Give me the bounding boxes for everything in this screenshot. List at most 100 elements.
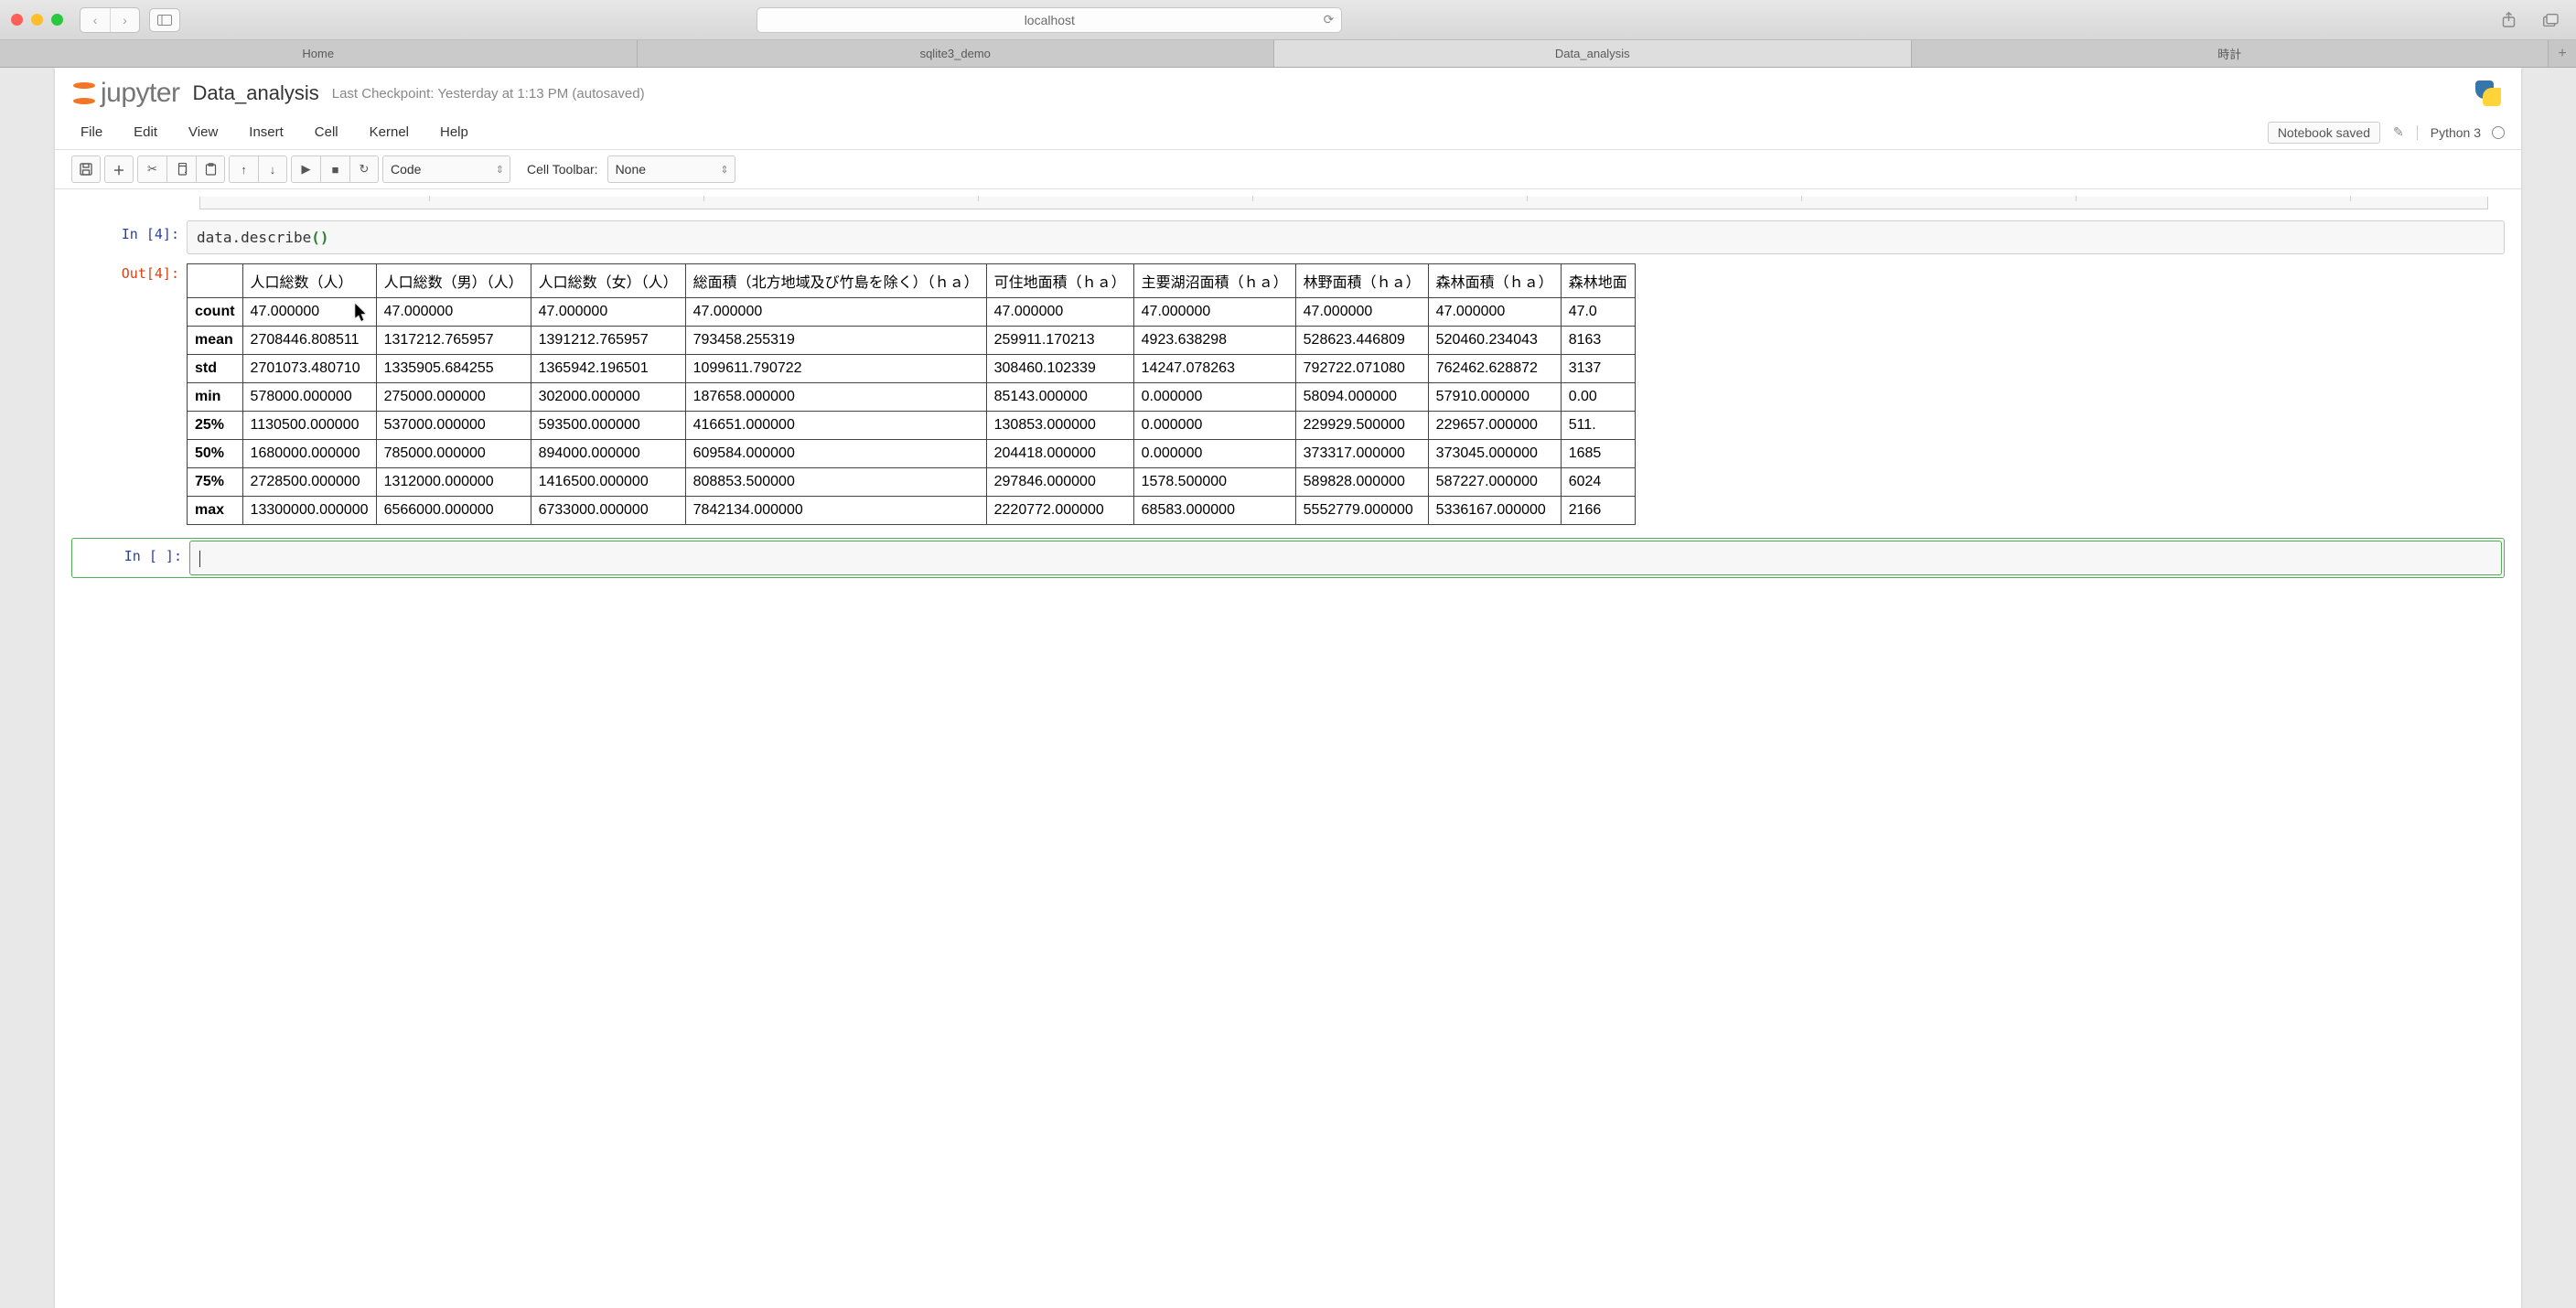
table-cell: 47.000000 bbox=[1295, 298, 1428, 327]
checkpoint-status: Last Checkpoint: Yesterday at 1:13 PM (a… bbox=[332, 86, 645, 102]
table-cell: 1685 bbox=[1561, 440, 1635, 468]
run-button[interactable]: ▶ bbox=[291, 155, 320, 183]
empty-code-cell-selected[interactable]: In [ ]: bbox=[71, 538, 2505, 578]
tabs-overview-icon[interactable] bbox=[2538, 8, 2565, 32]
row-index: 75% bbox=[188, 468, 243, 497]
share-icon[interactable] bbox=[2496, 8, 2523, 32]
table-cell: 6733000.000000 bbox=[531, 497, 685, 525]
new-tab-button[interactable]: + bbox=[2549, 40, 2576, 67]
cell-toolbar-select[interactable]: None bbox=[607, 155, 735, 183]
menu-insert[interactable]: Insert bbox=[240, 121, 293, 144]
table-cell: 0.00 bbox=[1561, 383, 1635, 412]
menu-kernel[interactable]: Kernel bbox=[360, 121, 418, 144]
table-cell: 85143.000000 bbox=[986, 383, 1133, 412]
table-row: std2701073.4807101335905.6842551365942.1… bbox=[188, 355, 1636, 383]
describe-output: 人口総数（人）人口総数（男）（人）人口総数（女）（人）総面積（北方地域及び竹島を… bbox=[187, 263, 2505, 525]
table-row: 25%1130500.000000537000.000000593500.000… bbox=[188, 412, 1636, 440]
table-cell: 229929.500000 bbox=[1295, 412, 1428, 440]
table-cell: 47.000000 bbox=[1133, 298, 1295, 327]
close-window-button[interactable] bbox=[11, 14, 23, 26]
code-input-area-empty[interactable] bbox=[189, 541, 2502, 575]
back-button[interactable]: ‹ bbox=[80, 8, 110, 32]
table-cell: 593500.000000 bbox=[531, 412, 685, 440]
address-text: localhost bbox=[1025, 13, 1075, 27]
table-cell: 578000.000000 bbox=[242, 383, 376, 412]
table-cell: 1099611.790722 bbox=[685, 355, 986, 383]
table-cell: 2166 bbox=[1561, 497, 1635, 525]
table-cell: 537000.000000 bbox=[376, 412, 531, 440]
table-cell: 1365942.196501 bbox=[531, 355, 685, 383]
cell-type-select[interactable]: Code bbox=[382, 155, 510, 183]
table-cell: 5336167.000000 bbox=[1428, 497, 1561, 525]
menu-cell[interactable]: Cell bbox=[306, 121, 348, 144]
cut-button[interactable]: ✂ bbox=[137, 155, 166, 183]
move-down-button[interactable]: ↓ bbox=[258, 155, 287, 183]
table-cell: 229657.000000 bbox=[1428, 412, 1561, 440]
table-cell: 47.000000 bbox=[685, 298, 986, 327]
table-row: 75%2728500.0000001312000.0000001416500.0… bbox=[188, 468, 1636, 497]
copy-button[interactable] bbox=[166, 155, 196, 183]
table-cell: 68583.000000 bbox=[1133, 497, 1295, 525]
table-cell: 2708446.808511 bbox=[242, 327, 376, 355]
notebook-title[interactable]: Data_analysis bbox=[193, 81, 319, 105]
jupyter-logo-text: jupyter bbox=[101, 78, 180, 109]
table-cell: 762462.628872 bbox=[1428, 355, 1561, 383]
table-cell: 5552779.000000 bbox=[1295, 497, 1428, 525]
table-cell: 204418.000000 bbox=[986, 440, 1133, 468]
table-row: count47.00000047.00000047.00000047.00000… bbox=[188, 298, 1636, 327]
page-scroll-area[interactable]: jupyter Data_analysis Last Checkpoint: Y… bbox=[0, 68, 2576, 1308]
cell-toolbar-label: Cell Toolbar: bbox=[527, 162, 598, 177]
table-cell: 14247.078263 bbox=[1133, 355, 1295, 383]
column-header: 可住地面積（ｈａ） bbox=[986, 264, 1133, 298]
address-bar[interactable]: localhost ⟳ bbox=[757, 7, 1342, 33]
menu-file[interactable]: File bbox=[71, 121, 112, 144]
kernel-name[interactable]: Python 3 bbox=[2417, 125, 2505, 140]
paste-button[interactable] bbox=[196, 155, 225, 183]
jupyter-logo[interactable]: jupyter bbox=[71, 78, 180, 109]
add-cell-button[interactable]: ＋ bbox=[104, 155, 134, 183]
save-button[interactable] bbox=[71, 155, 101, 183]
notebook-save-status: Notebook saved bbox=[2268, 122, 2380, 144]
table-cell: 1335905.684255 bbox=[376, 355, 531, 383]
table-cell: 373045.000000 bbox=[1428, 440, 1561, 468]
jupyter-menubar: File Edit View Insert Cell Kernel Help N… bbox=[55, 115, 2521, 150]
table-cell: 1130500.000000 bbox=[242, 412, 376, 440]
table-cell: 58094.000000 bbox=[1295, 383, 1428, 412]
sidebar-toggle-button[interactable] bbox=[149, 8, 180, 32]
restart-button[interactable]: ↻ bbox=[349, 155, 379, 183]
maximize-window-button[interactable] bbox=[51, 14, 63, 26]
table-cell: 187658.000000 bbox=[685, 383, 986, 412]
table-cell: 13300000.000000 bbox=[242, 497, 376, 525]
column-header: 人口総数（人） bbox=[242, 264, 376, 298]
notebook-container: jupyter Data_analysis Last Checkpoint: Y… bbox=[55, 68, 2521, 1308]
browser-tab-sqlite3[interactable]: sqlite3_demo bbox=[638, 40, 1275, 67]
table-row: 50%1680000.000000785000.000000894000.000… bbox=[188, 440, 1636, 468]
input-prompt-empty: In [ ]: bbox=[74, 541, 189, 575]
cut-copy-paste-group: ✂ bbox=[137, 155, 225, 183]
move-up-button[interactable]: ↑ bbox=[229, 155, 258, 183]
stop-button[interactable]: ■ bbox=[320, 155, 349, 183]
row-index: 25% bbox=[188, 412, 243, 440]
browser-tab-clock[interactable]: 時計 bbox=[1912, 40, 2549, 67]
table-cell: 587227.000000 bbox=[1428, 468, 1561, 497]
menu-view[interactable]: View bbox=[179, 121, 227, 144]
row-index: max bbox=[188, 497, 243, 525]
code-input-area[interactable]: data.describe() bbox=[187, 220, 2505, 254]
browser-tab-home[interactable]: Home bbox=[0, 40, 638, 67]
menu-help[interactable]: Help bbox=[431, 121, 478, 144]
menu-edit[interactable]: Edit bbox=[124, 121, 166, 144]
table-cell: 511. bbox=[1561, 412, 1635, 440]
browser-right-controls bbox=[2496, 8, 2565, 32]
browser-tab-data-analysis[interactable]: Data_analysis bbox=[1274, 40, 1912, 67]
table-row: min578000.000000275000.000000302000.0000… bbox=[188, 383, 1636, 412]
reload-icon[interactable]: ⟳ bbox=[1324, 12, 1335, 27]
browser-toolbar: ‹ › localhost ⟳ bbox=[0, 0, 2576, 40]
code-cell-4[interactable]: In [4]: data.describe() bbox=[71, 220, 2505, 254]
table-cell: 1416500.000000 bbox=[531, 468, 685, 497]
run-group: ▶ ■ ↻ bbox=[291, 155, 379, 183]
edit-icon[interactable]: ✎ bbox=[2393, 124, 2404, 140]
forward-button[interactable]: › bbox=[110, 8, 139, 32]
row-index: 50% bbox=[188, 440, 243, 468]
minimize-window-button[interactable] bbox=[31, 14, 43, 26]
row-index: mean bbox=[188, 327, 243, 355]
